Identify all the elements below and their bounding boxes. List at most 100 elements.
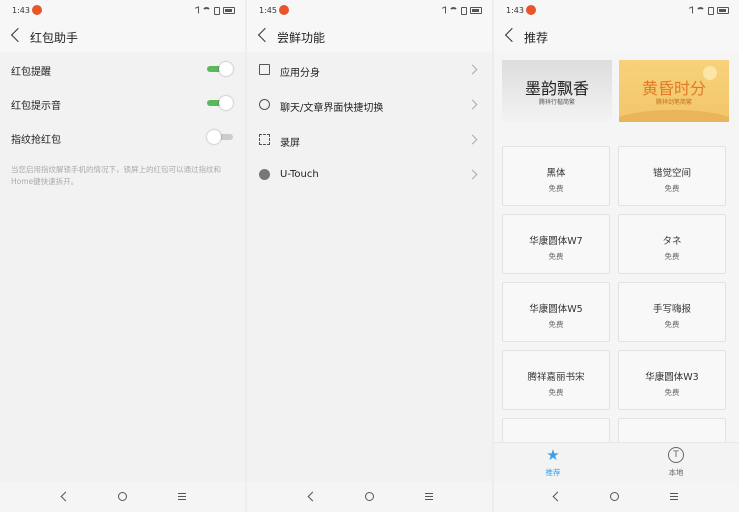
nav-back-icon[interactable] [552,491,563,502]
banner-title: 墨韵飘香 [524,79,589,98]
font-name: 错觉空间 [652,168,691,179]
font-card[interactable]: 华康圆体W5 免费 [502,282,610,342]
red-packet-alert-toggle[interactable] [207,62,233,76]
font-card[interactable]: 华康圆体W3 免费 [618,350,726,410]
tab-recommend[interactable]: ★ 推荐 [528,447,578,478]
font-name: 腾祥嘉丽书宋 [527,372,585,383]
banner-title: 黄昏时分 [641,79,706,98]
font-name: 黑体 [546,168,566,179]
banner-subtitle: 腾祥行楷简繁 [538,99,575,106]
nav-home-icon[interactable] [365,492,374,501]
chevron-right-icon [467,134,478,145]
banner-moyun[interactable]: 墨韵飘香 腾祥行楷简繁 [502,60,612,122]
wifi-icon [696,7,705,16]
system-nav-bar [0,482,245,512]
banner-carousel: 墨韵飘香 腾祥行楷简繁 黄昏时分 腾祥剑笔简繁 [502,60,732,122]
banner-subtitle: 腾祥剑笔简繁 [655,99,692,106]
font-card[interactable]: 黑体 免费 [502,146,610,206]
bluetooth-icon [442,6,446,15]
feature-row-u-touch[interactable]: U-Touch [247,157,492,192]
tab-label: 推荐 [545,468,561,477]
notification-badge-icon [279,5,289,15]
app-header: 推荐 [494,22,739,50]
font-price: 免费 [664,388,680,397]
font-name: 华康圆体W3 [645,372,699,383]
setting-row-red-packet-sound[interactable]: 红包提示音 [0,86,245,120]
tab-local[interactable]: T 本地 [651,447,701,478]
font-card[interactable]: 错觉空间 免费 [618,146,726,206]
font-name: 华康圆体W7 [529,236,583,247]
status-icons [442,5,482,16]
feature-row-chat-switch[interactable]: 聊天/文章界面快捷切换 [247,87,492,122]
setting-label: 红包提醒 [11,67,51,78]
page-title: 红包助手 [30,31,79,45]
setting-row-red-packet-alert[interactable]: 红包提醒 [0,52,245,86]
nav-menu-icon[interactable] [670,493,678,500]
chat-switch-icon [259,99,270,110]
nav-back-icon[interactable] [60,491,71,502]
battery-icon [223,7,235,14]
nav-back-icon[interactable] [307,491,318,502]
font-price: 免费 [664,184,680,193]
red-packet-assistant-screen: 1:43 红包助手 红包提醒 红包提示音 指纹抢红包 当您启用指纹解锁手机的情况… [0,0,245,512]
nav-home-icon[interactable] [610,492,619,501]
font-card[interactable]: 腾祥嘉丽书宋 免费 [502,350,610,410]
star-icon: ★ [546,446,560,464]
feature-label: 应用分身 [280,68,320,79]
notification-badge-icon [526,5,536,15]
font-card[interactable]: タネ 免费 [618,214,726,274]
font-recommend-screen: 1:43 推荐 墨韵飘香 腾祥行楷简繁 黄昏时分 腾祥剑笔简繁 黑体 免费 错觉… [494,0,739,512]
setting-row-fingerprint-grab[interactable]: 指纹抢红包 [0,120,245,154]
font-name: 手写嗨报 [652,304,691,315]
battery-icon [470,7,482,14]
app-split-icon [259,64,270,75]
font-price: 免费 [664,252,680,261]
font-card[interactable]: 华康圆体W7 免费 [502,214,610,274]
banner-huanghun[interactable]: 黄昏时分 腾祥剑笔简繁 [619,60,729,122]
screen-record-icon [259,134,270,145]
nav-home-icon[interactable] [118,492,127,501]
status-time: 1:43 [12,6,30,15]
status-bar: 1:45 [247,0,492,20]
setting-label: 指纹抢红包 [11,135,61,146]
hill-decoration [619,110,729,122]
settings-list: 红包提醒 红包提示音 指纹抢红包 当您启用指纹解锁手机的情况下，锁屏上的红包可以… [0,52,245,512]
bluetooth-icon [195,6,199,15]
font-price: 免费 [548,252,564,261]
sim-icon [708,6,714,15]
system-nav-bar [247,482,492,512]
font-price: 免费 [548,184,564,193]
font-price: 免费 [548,388,564,397]
sim-icon [461,6,467,15]
app-header: 红包助手 [0,22,245,50]
font-icon: T [668,447,684,463]
wifi-icon [449,7,458,16]
tab-label: 本地 [668,468,684,477]
font-price: 免费 [664,320,680,329]
feature-label: 聊天/文章界面快捷切换 [280,103,384,114]
nav-menu-icon[interactable] [178,493,186,500]
bluetooth-icon [689,6,693,15]
font-card[interactable]: 手写嗨报 免费 [618,282,726,342]
nav-menu-icon[interactable] [425,493,433,500]
hint-text: 当您启用指纹解锁手机的情况下，锁屏上的红包可以通过指纹和Home键快速拆开。 [11,165,221,186]
back-icon[interactable] [504,27,520,43]
fingerprint-grab-toggle[interactable] [207,130,233,144]
feature-label: 录屏 [280,138,300,149]
back-icon[interactable] [10,27,26,43]
back-icon[interactable] [257,27,273,43]
feature-row-screen-record[interactable]: 录屏 [247,122,492,157]
chevron-right-icon [467,64,478,75]
setting-label: 红包提示音 [11,101,61,112]
battery-icon [717,7,729,14]
app-header: 尝鲜功能 [247,22,492,50]
font-name: 华康圆体W5 [529,304,583,315]
status-time: 1:43 [506,6,524,15]
experimental-features-screen: 1:45 尝鲜功能 应用分身 聊天/文章界面快捷切换 录屏 U-Touch [247,0,492,512]
status-time: 1:45 [259,6,277,15]
red-packet-sound-toggle[interactable] [207,96,233,110]
feature-label: U-Touch [280,169,319,180]
wifi-icon [202,7,211,16]
font-name: タネ [662,236,682,247]
feature-row-app-split[interactable]: 应用分身 [247,52,492,87]
